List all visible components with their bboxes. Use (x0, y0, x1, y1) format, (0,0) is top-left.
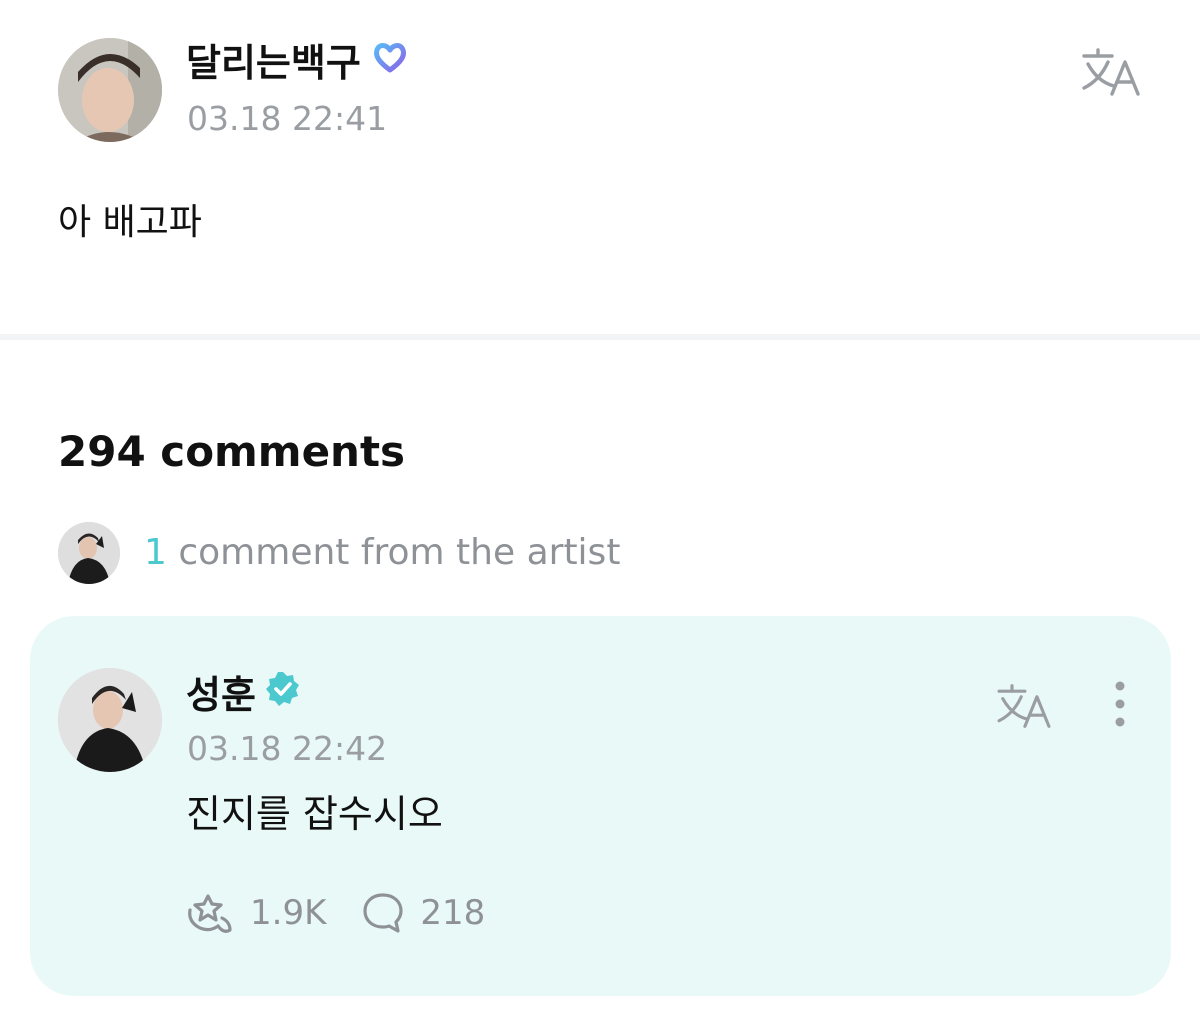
verified-badge-icon (264, 670, 302, 719)
like-count: 1.9K (250, 893, 327, 933)
membership-badge-icon (371, 38, 409, 87)
artist-comment-filter[interactable]: 1 comment from the artist (58, 522, 620, 584)
post-author-row: 달리는백구 (186, 38, 409, 87)
speech-bubble-icon (360, 890, 406, 936)
reply-count: 218 (420, 893, 486, 933)
post-author-name[interactable]: 달리는백구 (186, 39, 361, 87)
reply-button[interactable]: 218 (360, 890, 485, 936)
artist-mini-avatar (58, 522, 120, 584)
section-divider (0, 334, 1200, 340)
avatar-image (58, 668, 162, 772)
comment-count: 294 comments (58, 427, 406, 476)
comment-translate-icon[interactable] (994, 682, 1054, 730)
commenter-name[interactable]: 성훈 (186, 671, 256, 719)
more-options-icon[interactable] (1106, 680, 1134, 728)
commenter-avatar[interactable] (58, 668, 162, 772)
artist-comment-card: 성훈 03.18 22:42 진지를 잡수시오 1.9K 218 (30, 616, 1171, 996)
commenter-name-row: 성훈 (186, 670, 302, 719)
comment-body: 진지를 잡수시오 (186, 792, 443, 836)
artist-comment-count: 1 (144, 532, 167, 573)
artist-comment-label: comment from the artist (178, 532, 621, 573)
post-timestamp: 03.18 22:41 (187, 99, 388, 138)
comment-actions: 1.9K 218 (186, 890, 485, 936)
post-detail-screen: 달리는백구 03.18 22:41 아 배고파 294 comments 1 c… (0, 0, 1200, 1029)
comment-timestamp: 03.18 22:42 (187, 729, 388, 768)
artist-comment-summary: 1 comment from the artist (144, 529, 620, 577)
post-body: 아 배고파 (58, 202, 202, 243)
like-button[interactable]: 1.9K (186, 890, 326, 936)
cheer-icon (186, 890, 236, 936)
author-avatar[interactable] (58, 38, 162, 142)
avatar-image (58, 38, 162, 142)
translate-icon[interactable] (1080, 46, 1142, 98)
